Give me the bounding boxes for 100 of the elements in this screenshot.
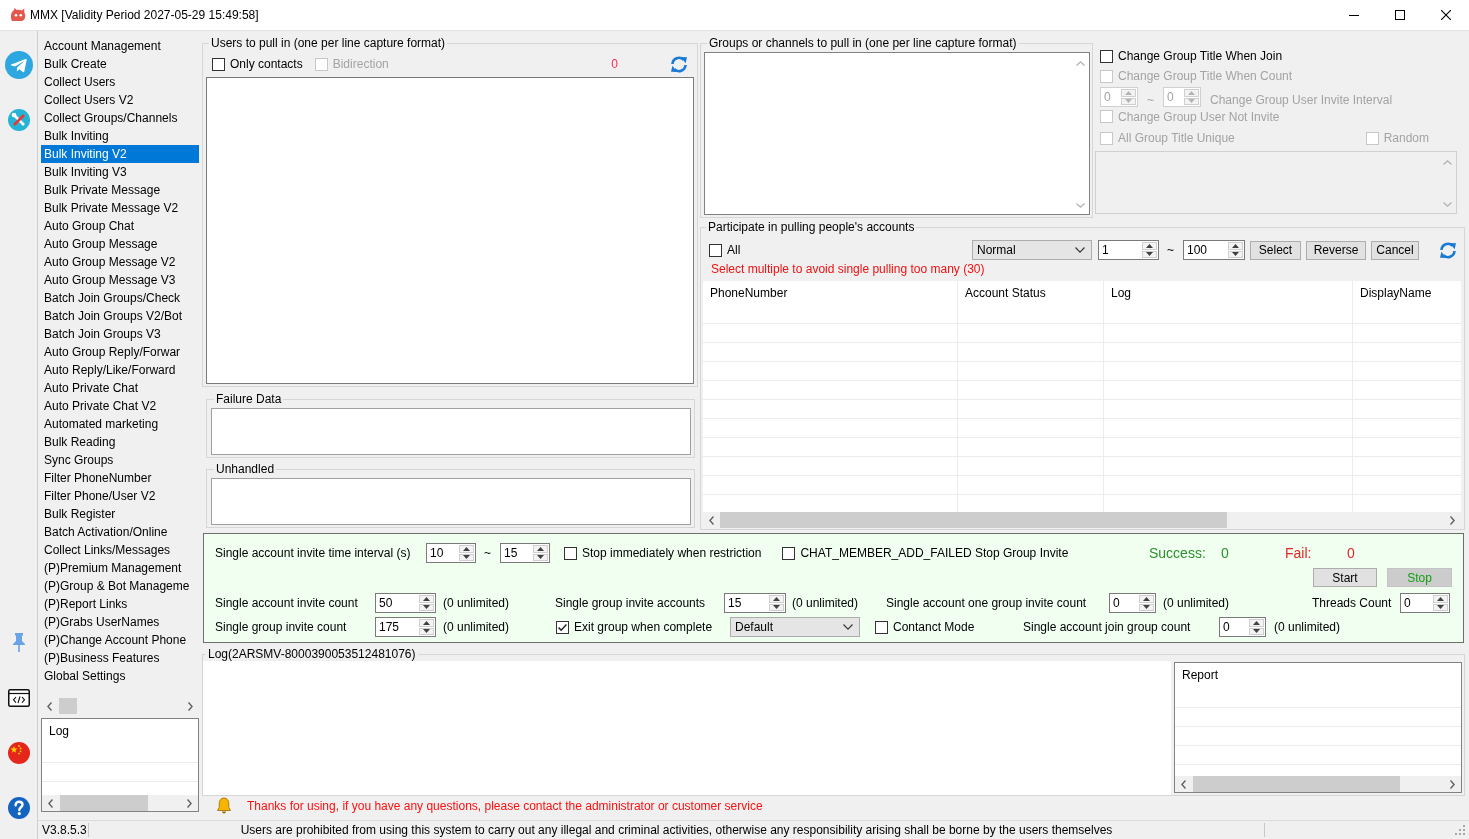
sidebar-item[interactable]: Auto Private Chat V2 <box>41 397 199 415</box>
sidebar-item[interactable]: Batch Join Groups/Check <box>41 289 199 307</box>
checkbox[interactable] <box>564 546 577 560</box>
number-field[interactable]: 15 <box>500 543 550 563</box>
scroll-thumb[interactable] <box>59 698 77 714</box>
chevron-left-icon[interactable] <box>1181 779 1186 789</box>
spin-down-button[interactable] <box>1142 250 1157 258</box>
checkbox[interactable] <box>212 57 225 71</box>
sidebar-item[interactable]: (P)Premium Management <box>41 559 199 577</box>
spin-down-button[interactable] <box>769 603 784 611</box>
spin-down-button[interactable] <box>419 627 434 635</box>
sidebar-item[interactable]: Collect Users <box>41 73 199 91</box>
spin-up-button[interactable] <box>419 619 434 627</box>
dropdown[interactable]: Normal <box>972 240 1092 260</box>
sidebar-item[interactable]: Batch Activation/Online <box>41 523 199 541</box>
checkbox[interactable] <box>782 546 796 560</box>
checkbox-label[interactable]: Exit group when complete <box>574 620 713 634</box>
sidebar-item[interactable]: Bulk Private Message <box>41 181 199 199</box>
resize-grip-icon[interactable] <box>1455 825 1465 835</box>
sidebar-item[interactable]: Collect Links/Messages <box>41 541 199 559</box>
spin-down-button[interactable] <box>1433 603 1448 611</box>
sidebar-item[interactable]: Bulk Inviting <box>41 127 199 145</box>
sidebar-item[interactable]: Bulk Create <box>41 55 199 73</box>
checkbox-label[interactable]: CHAT_MEMBER_ADD_FAILED Stop Group Invite <box>800 546 1069 560</box>
horizontal-scrollbar[interactable] <box>703 512 1461 528</box>
scroll-thumb[interactable] <box>60 795 148 811</box>
sidebar-item[interactable]: (P)Grabs UserNames <box>41 613 199 631</box>
sidebar-item[interactable]: Batch Join Groups V2/Bot <box>41 307 199 325</box>
spin-up-button[interactable] <box>419 595 434 603</box>
sidebar-item[interactable]: Bulk Inviting V3 <box>41 163 199 181</box>
text-area[interactable] <box>211 478 691 525</box>
spin-up-button[interactable] <box>1249 619 1264 627</box>
refresh-icon[interactable] <box>670 55 688 73</box>
sidebar-item[interactable]: Bulk Private Message V2 <box>41 199 199 217</box>
sidebar-item[interactable]: Auto Private Chat <box>41 379 199 397</box>
sidebar-item[interactable]: Auto Group Reply/Forwar <box>41 343 199 361</box>
sidebar-item[interactable]: Collect Groups/Channels <box>41 109 199 127</box>
sidebar-item[interactable]: Bulk Register <box>41 505 199 523</box>
sidebar-item[interactable]: Collect Users V2 <box>41 91 199 109</box>
spin-down-button[interactable] <box>459 553 474 561</box>
help-icon[interactable] <box>7 797 30 819</box>
number-field[interactable]: 0 <box>1400 593 1450 613</box>
spin-up-button[interactable] <box>1142 242 1157 250</box>
chevron-right-icon[interactable] <box>1450 779 1455 789</box>
sidebar-item[interactable]: Auto Group Message V3 <box>41 271 199 289</box>
chevron-right-icon[interactable] <box>1450 515 1455 525</box>
chevron-left-icon[interactable] <box>709 515 714 525</box>
chevron-right-icon[interactable] <box>187 798 192 808</box>
checkbox[interactable] <box>1100 49 1113 63</box>
number-field[interactable]: 10 <box>426 543 476 563</box>
sidebar-item[interactable]: Bulk Inviting V2 <box>41 145 199 163</box>
chevron-left-icon[interactable] <box>47 701 52 711</box>
spin-down-button[interactable] <box>1228 250 1243 258</box>
sidebar-item[interactable]: Auto Group Chat <box>41 217 199 235</box>
checkbox[interactable] <box>556 620 569 634</box>
tools-icon[interactable] <box>7 109 30 131</box>
checkbox-label[interactable]: Contanct Mode <box>893 620 975 634</box>
horizontal-scrollbar[interactable] <box>1175 776 1461 792</box>
checkbox-label[interactable]: Only contacts <box>230 57 303 71</box>
number-field[interactable]: 1 <box>1098 240 1159 260</box>
sidebar-item[interactable]: Auto Group Message V2 <box>41 253 199 271</box>
spin-down-button[interactable] <box>419 603 434 611</box>
column-header[interactable]: Log <box>1111 286 1132 300</box>
number-field[interactable]: 0 <box>1219 617 1266 637</box>
select-button[interactable]: Select <box>1250 240 1301 260</box>
paper-plane-icon[interactable] <box>4 51 33 79</box>
refresh-icon[interactable] <box>1439 241 1457 259</box>
sidebar-item[interactable]: Auto Reply/Like/Forward <box>41 361 199 379</box>
chevron-left-icon[interactable] <box>48 798 53 808</box>
sidebar-item[interactable]: Filter Phone/User V2 <box>41 487 199 505</box>
checkbox[interactable] <box>709 243 722 257</box>
spin-up-button[interactable] <box>533 545 548 553</box>
number-field[interactable]: 100 <box>1183 240 1245 260</box>
column-header[interactable]: Account Status <box>965 286 1046 300</box>
sidebar-item[interactable]: Bulk Reading <box>41 433 199 451</box>
spin-down-button[interactable] <box>533 553 548 561</box>
sidebar-item[interactable]: (P)Group & Bot Manageme <box>41 577 199 595</box>
cancel-button[interactable]: Cancel <box>1371 240 1419 260</box>
number-field[interactable]: 50 <box>375 593 436 613</box>
column-header[interactable]: DisplayName <box>1360 286 1432 300</box>
spin-down-button[interactable] <box>1139 603 1154 611</box>
sidebar-item[interactable]: Global Settings <box>41 667 199 685</box>
checkbox[interactable] <box>875 620 888 634</box>
text-area[interactable] <box>211 408 691 455</box>
sidebar-item[interactable]: Filter PhoneNumber <box>41 469 199 487</box>
code-window-icon[interactable] <box>7 689 30 707</box>
sidebar-item[interactable]: Auto Group Message <box>41 235 199 253</box>
number-field[interactable]: 15 <box>724 593 786 613</box>
sidebar-item[interactable]: Account Management <box>41 37 199 55</box>
sidebar-item[interactable]: (P)Change Account Phone <box>41 631 199 649</box>
sidebar-item[interactable]: (P)Business Features <box>41 649 199 667</box>
reverse-button[interactable]: Reverse <box>1306 240 1366 260</box>
dropdown[interactable]: Default <box>730 617 860 637</box>
scroll-thumb[interactable] <box>720 512 1227 528</box>
sidebar-item[interactable]: Automated marketing <box>41 415 199 433</box>
number-field[interactable]: 0 <box>1109 593 1156 613</box>
column-header[interactable]: PhoneNumber <box>710 286 788 300</box>
spin-up-button[interactable] <box>1433 595 1448 603</box>
spin-up-button[interactable] <box>1139 595 1154 603</box>
checkbox-label[interactable]: Change Group Title When Join <box>1118 49 1283 63</box>
